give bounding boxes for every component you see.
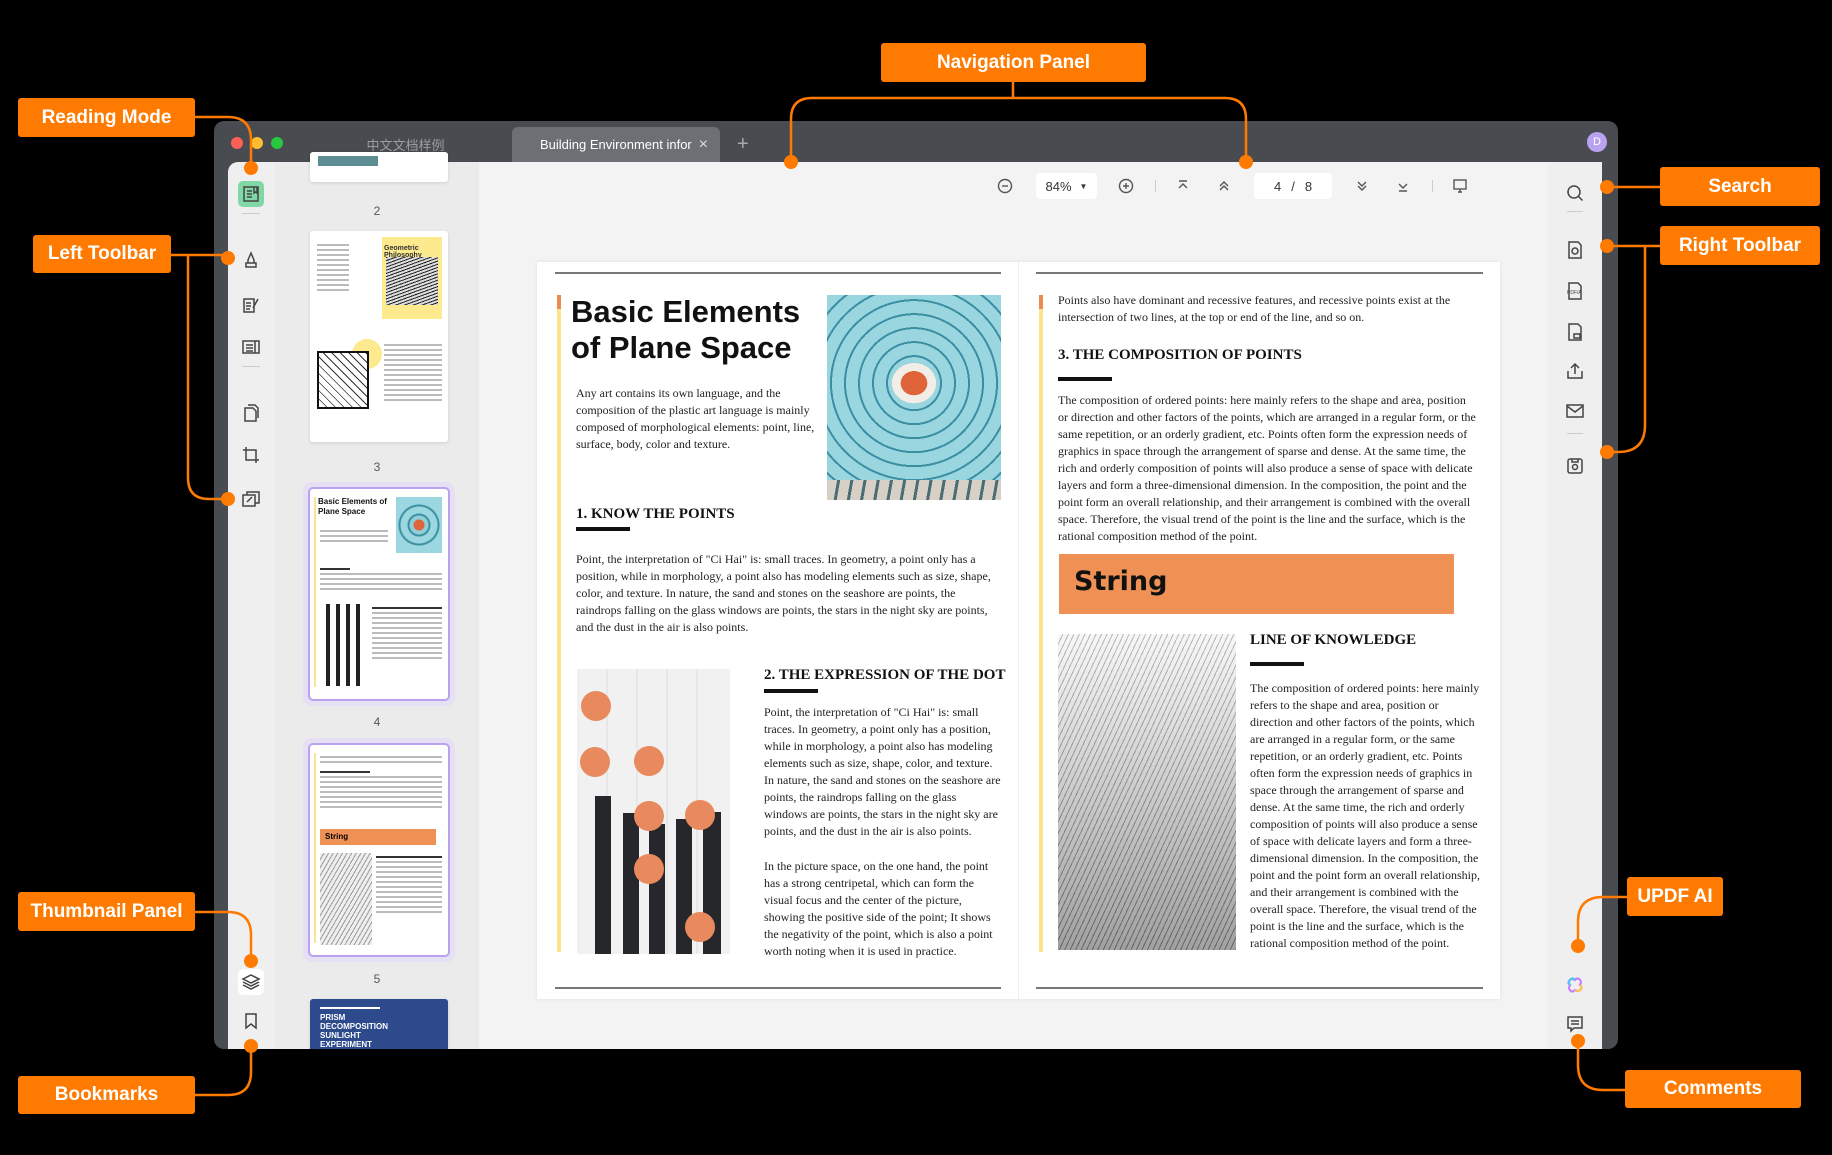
callout-reading-mode: Reading Mode (18, 98, 195, 137)
callout-dot (1571, 1034, 1585, 1048)
callout-dot (1600, 445, 1614, 459)
callout-right-toolbar: Right Toolbar (1660, 226, 1820, 265)
callout-dot (1600, 239, 1614, 253)
callout-left-toolbar: Left Toolbar (33, 235, 171, 273)
callout-updf-ai: UPDF AI (1627, 877, 1723, 916)
callout-comments: Comments (1625, 1070, 1801, 1108)
callout-dot (244, 954, 258, 968)
callout-dot (221, 492, 235, 506)
callout-dot (244, 161, 258, 175)
callout-dot (1600, 180, 1614, 194)
callout-dot (784, 155, 798, 169)
callout-connectors (171, 82, 1660, 1097)
callout-bookmarks: Bookmarks (18, 1076, 195, 1114)
callout-dot (1239, 155, 1253, 169)
callout-thumbnail-panel: Thumbnail Panel (18, 892, 195, 931)
callout-search: Search (1660, 167, 1820, 206)
callout-dot (221, 251, 235, 265)
callout-dot (1571, 939, 1585, 953)
callout-navigation-panel: Navigation Panel (881, 43, 1146, 82)
callout-dot (244, 1039, 258, 1053)
